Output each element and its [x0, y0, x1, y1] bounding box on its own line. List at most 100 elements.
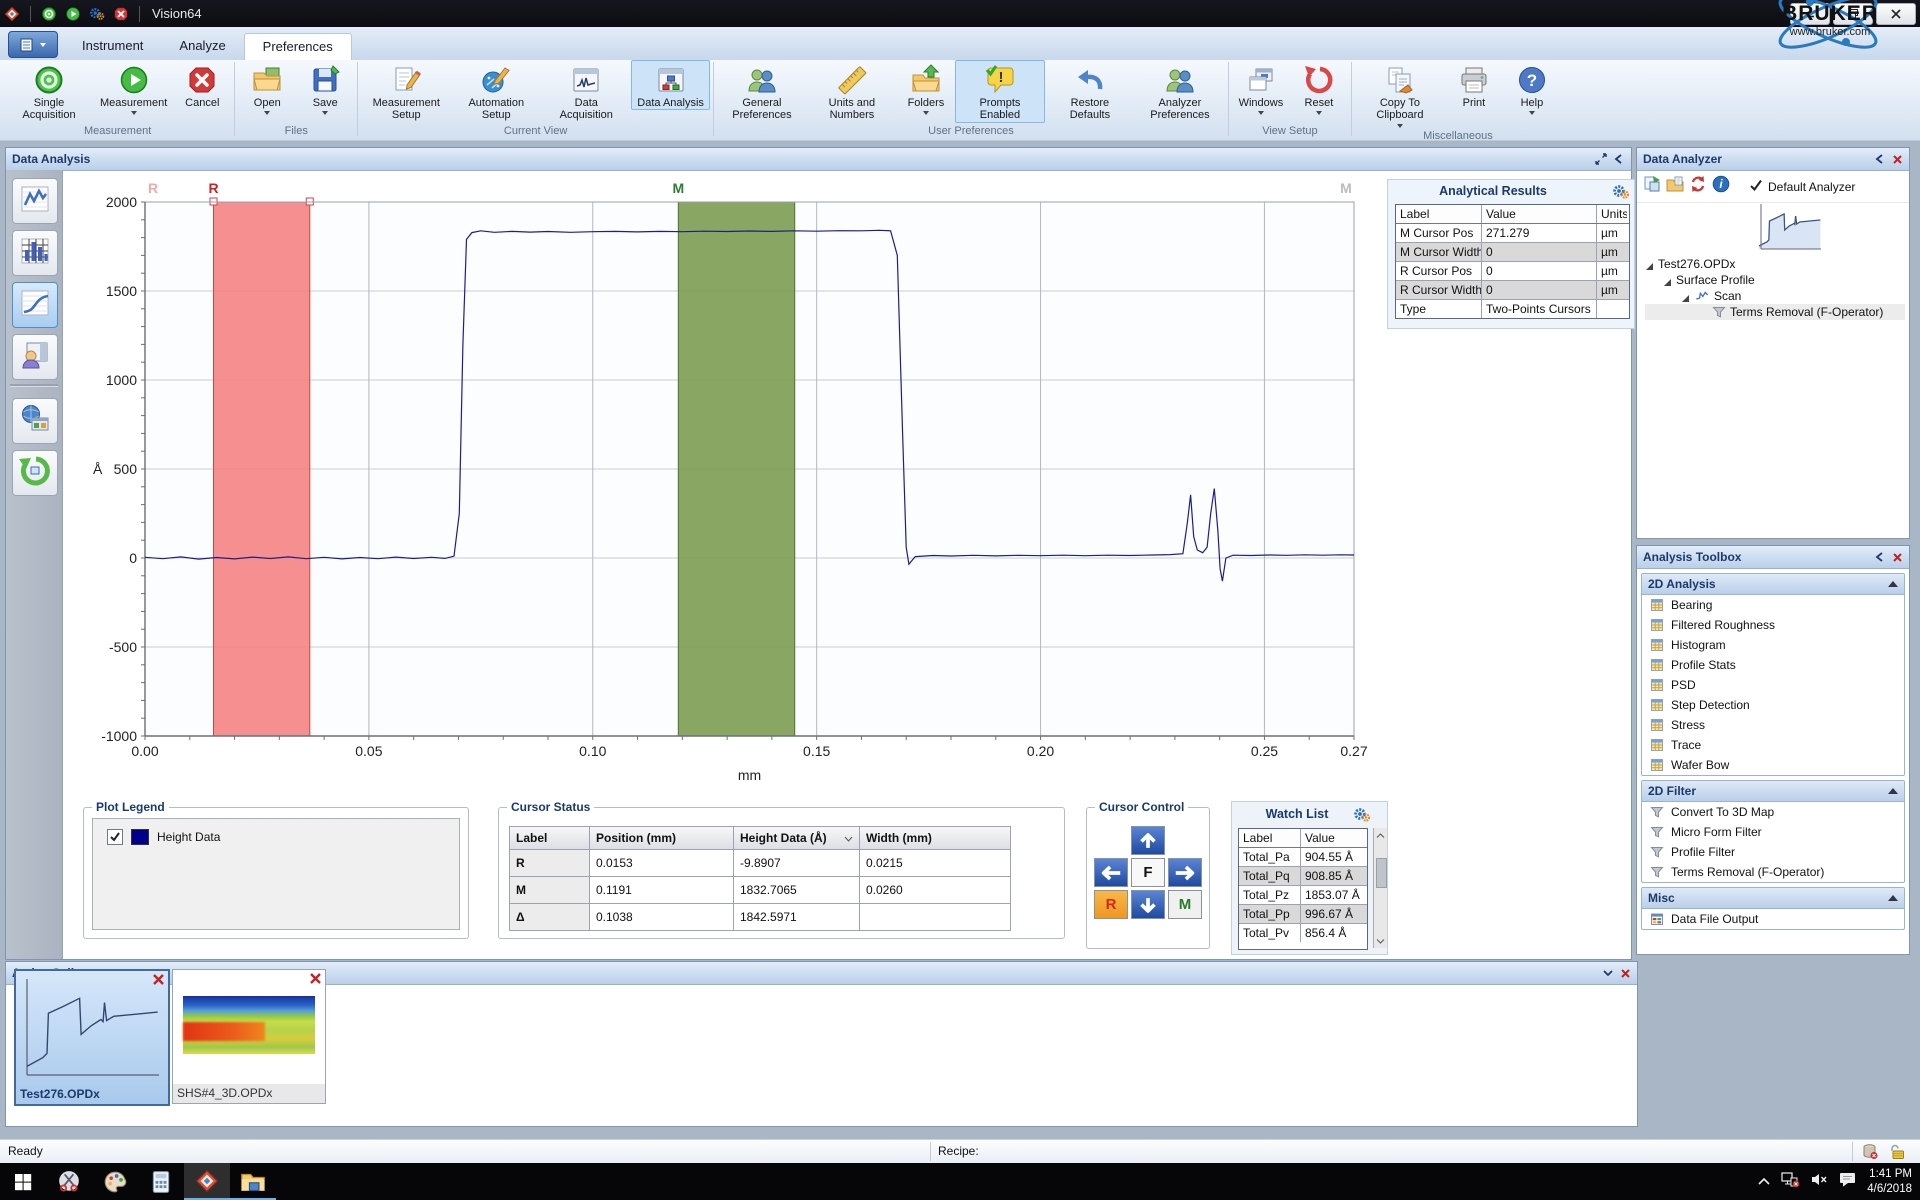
cursor-value-cell[interactable]: 0.0260	[860, 877, 1002, 903]
tab-preferences[interactable]: Preferences	[244, 33, 352, 60]
toolbox-item-profile-stats[interactable]: Profile Stats	[1642, 655, 1904, 675]
ribbon-folders-button[interactable]: Folders	[897, 60, 955, 116]
toolbox-item-psd[interactable]: PSD	[1642, 675, 1904, 695]
tray-chat-icon[interactable]	[1839, 1171, 1857, 1192]
cursor-down-button[interactable]	[1131, 890, 1165, 919]
clock[interactable]: 1:41 PM 4/6/2018	[1867, 1167, 1912, 1197]
toolbox-item-trace[interactable]: Trace	[1642, 735, 1904, 755]
cursor-r-button[interactable]: R	[1094, 890, 1128, 919]
tab-instrument[interactable]: Instrument	[64, 33, 161, 60]
analytical-results-settings-icon[interactable]	[1612, 183, 1630, 206]
ribbon-data-analysis-button[interactable]: Data Analysis	[631, 60, 710, 110]
ribbon-prompts-enabled-button[interactable]: !Prompts Enabled	[955, 60, 1045, 123]
chevron-down-icon[interactable]	[1602, 967, 1614, 979]
section-header-2d-filter[interactable]: 2D Filter	[1642, 781, 1904, 802]
cursor-m-button[interactable]: M	[1168, 890, 1202, 919]
taskbar-vision64-button[interactable]	[184, 1163, 230, 1200]
taskbar-calculator-button[interactable]	[138, 1163, 184, 1200]
cursor-value-cell[interactable]	[860, 904, 1002, 930]
m-cursor-band[interactable]	[678, 202, 794, 736]
close-panel-icon[interactable]	[1892, 154, 1903, 165]
collapse-panel-icon[interactable]	[1874, 153, 1886, 165]
export-analyzer-icon[interactable]	[1643, 175, 1661, 198]
profile-plot-view-button[interactable]	[12, 282, 58, 328]
info-icon[interactable]: i	[1712, 175, 1730, 198]
toolbox-item-histogram[interactable]: Histogram	[1642, 635, 1904, 655]
collapse-arrow-icon[interactable]	[1888, 577, 1898, 591]
tree-item-test276-opdx[interactable]: Test276.OPDx	[1645, 256, 1905, 272]
scrollbar-thumb[interactable]	[1376, 858, 1387, 888]
taskbar-start-button[interactable]	[0, 1163, 46, 1200]
line-plot-view-button[interactable]	[12, 178, 58, 224]
column-header-height-data[interactable]: Height Data (Å)	[734, 827, 860, 849]
toolbox-item-wafer-bow[interactable]: Wafer Bow	[1642, 755, 1904, 775]
toolbox-item-data-file-output[interactable]: Data File Output	[1642, 909, 1904, 929]
tree-item-terms-removal-f-operator[interactable]: Terms Removal (F-Operator)	[1645, 304, 1905, 320]
collapse-arrow-icon[interactable]	[1888, 891, 1898, 905]
ribbon-print-button[interactable]: Print	[1445, 60, 1503, 110]
scroll-down-icon[interactable]	[1374, 934, 1387, 948]
toolbox-item-step-detection[interactable]: Step Detection	[1642, 695, 1904, 715]
taskbar-paint-button[interactable]	[92, 1163, 138, 1200]
cancel-icon[interactable]	[112, 5, 130, 23]
close-panel-icon[interactable]	[1892, 552, 1903, 563]
tree-expander-icon[interactable]	[1663, 276, 1672, 285]
column-header-label[interactable]: Label	[1239, 829, 1301, 847]
histogram-view-button[interactable]	[12, 230, 58, 276]
ribbon-save-button[interactable]: Save	[296, 60, 354, 116]
close-panel-icon[interactable]	[1620, 968, 1631, 979]
column-header-value[interactable]: Value	[1482, 205, 1597, 223]
cursor-value-cell[interactable]: 1842.5971	[734, 904, 860, 930]
run-measurement-icon[interactable]	[64, 5, 82, 23]
tab-analyze[interactable]: Analyze	[161, 33, 243, 60]
cursor-right-button[interactable]	[1168, 858, 1202, 887]
column-header-value[interactable]: Value	[1301, 829, 1365, 847]
toolbox-item-filtered-roughness[interactable]: Filtered Roughness	[1642, 615, 1904, 635]
scroll-up-icon[interactable]	[1374, 828, 1387, 842]
r-cursor-band[interactable]	[214, 202, 310, 736]
column-header-units[interactable]: Units	[1597, 205, 1627, 223]
tree-item-surface-profile[interactable]: Surface Profile	[1645, 272, 1905, 288]
toolbox-item-stress[interactable]: Stress	[1642, 715, 1904, 735]
cursor-value-cell[interactable]: 0.0215	[860, 850, 1002, 876]
application-menu-button[interactable]	[8, 31, 58, 58]
watch-list-settings-icon[interactable]	[1353, 806, 1371, 829]
legend-checkbox[interactable]	[107, 829, 123, 845]
single-acquisition-icon[interactable]	[40, 5, 58, 23]
tray-network-icon[interactable]	[1781, 1171, 1801, 1193]
ribbon-help-button[interactable]: ?Help	[1503, 60, 1561, 116]
column-header-label[interactable]: Label	[1396, 205, 1482, 223]
gallery-item-shs-4-3d-opdx[interactable]: SHS#4_3D.OPDx	[172, 969, 326, 1104]
ribbon-units-and-numbers-button[interactable]: Units and Numbers	[807, 60, 897, 123]
web-export-button[interactable]	[12, 398, 58, 444]
cursor-f-button[interactable]: F	[1131, 858, 1165, 887]
cursor-value-cell[interactable]: 0.0153	[590, 850, 734, 876]
ribbon-restore-defaults-button[interactable]: Restore Defaults	[1045, 60, 1135, 123]
refresh-red-icon[interactable]	[1689, 175, 1707, 198]
tray-chevron-icon[interactable]	[1757, 1173, 1771, 1191]
cursor-left-button[interactable]	[1094, 858, 1128, 887]
ribbon-measurement-setup-button[interactable]: Measurement Setup	[361, 60, 451, 123]
settings-gears-icon[interactable]	[88, 5, 106, 23]
taskbar-file-explorer-button[interactable]	[230, 1163, 276, 1200]
collapse-arrow-icon[interactable]	[1888, 784, 1898, 798]
tree-expander-icon[interactable]	[1645, 260, 1654, 269]
toolbox-item-profile-filter[interactable]: Profile Filter	[1642, 842, 1904, 862]
ribbon-copy-to-clipboard-button[interactable]: Copy To Clipboard	[1355, 60, 1445, 129]
ribbon-reset-button[interactable]: Reset	[1290, 60, 1348, 116]
cursor-value-cell[interactable]: -9.8907	[734, 850, 860, 876]
tray-speaker-mute-icon[interactable]	[1811, 1172, 1829, 1192]
chevron-down-icon[interactable]	[844, 831, 853, 845]
ribbon-windows-button[interactable]: Windows	[1232, 60, 1290, 116]
section-header-misc[interactable]: Misc	[1642, 888, 1904, 909]
collapse-panel-icon[interactable]	[1874, 551, 1886, 563]
cursor-value-cell[interactable]: 0.1191	[590, 877, 734, 903]
ribbon-cancel-button[interactable]: Cancel	[173, 60, 231, 110]
refresh-view-button[interactable]	[12, 450, 58, 496]
tree-expander-icon[interactable]	[1681, 292, 1690, 301]
taskbar-snipping-tool-button[interactable]	[46, 1163, 92, 1200]
ribbon-open-button[interactable]: Open	[238, 60, 296, 116]
gallery-item-test276-opdx[interactable]: Test276.OPDx	[14, 969, 170, 1106]
watch-list-scrollbar[interactable]	[1373, 828, 1387, 948]
cursor-value-cell[interactable]: 1832.7065	[734, 877, 860, 903]
